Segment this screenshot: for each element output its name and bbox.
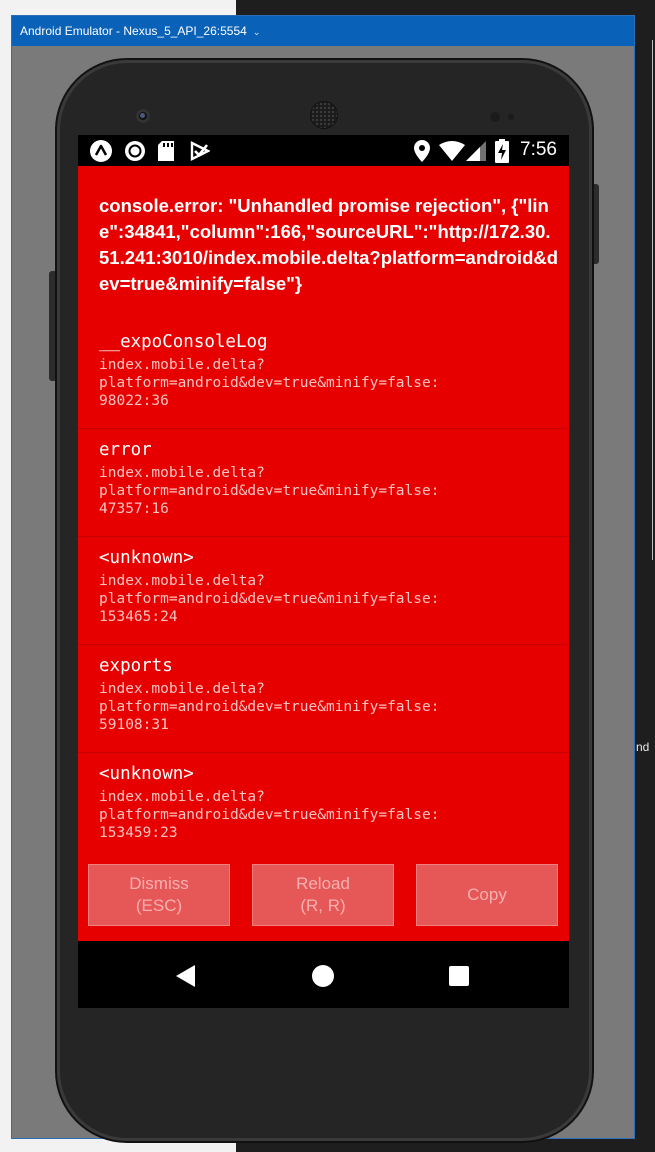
frame-function-name: error <box>99 440 152 460</box>
background-window-text: nd <box>636 740 650 754</box>
stack-frame[interactable]: error index.mobile.delta? platform=andro… <box>78 429 569 537</box>
navigation-bar <box>78 941 569 1008</box>
status-bar: 7:56 <box>78 135 569 166</box>
reload-button[interactable]: Reload (R, R) <box>252 864 394 926</box>
wifi-icon <box>439 141 465 166</box>
download-done-icon <box>190 141 211 166</box>
frame-location: index.mobile.delta? platform=android&dev… <box>99 789 440 841</box>
window-title: Android Emulator - Nexus_5_API_26:5554 <box>20 24 247 38</box>
location-icon <box>414 140 430 167</box>
device-screen: 7:56 console.error: "Unhandled promise r… <box>78 135 569 1008</box>
expo-icon <box>90 140 112 162</box>
record-icon <box>124 140 146 162</box>
error-message: console.error: "Unhandled promise reject… <box>99 195 559 294</box>
stack-trace-list[interactable]: __expoConsoleLog index.mobile.delta? pla… <box>78 321 569 861</box>
phone-frame: 7:56 console.error: "Unhandled promise r… <box>57 60 592 1141</box>
frame-function-name: <unknown> <box>99 764 194 784</box>
frame-location: index.mobile.delta? platform=android&dev… <box>99 681 440 733</box>
volume-button[interactable] <box>49 271 57 381</box>
frame-location: index.mobile.delta? platform=android&dev… <box>99 357 440 409</box>
desktop-divider <box>652 40 653 560</box>
dismiss-button[interactable]: Dismiss (ESC) <box>88 864 230 926</box>
redbox-button-row: Dismiss (ESC) Reload (R, R) Copy <box>78 862 569 930</box>
stack-frame[interactable]: <unknown> index.mobile.delta? platform=a… <box>78 753 569 861</box>
emulator-window: Android Emulator - Nexus_5_API_26:5554 ⌄ <box>11 15 635 1141</box>
sd-card-icon <box>158 141 174 166</box>
light-sensor <box>508 114 514 120</box>
stack-frame[interactable]: <unknown> index.mobile.delta? platform=a… <box>78 537 569 645</box>
battery-charging-icon <box>495 139 509 168</box>
home-icon[interactable] <box>312 965 334 987</box>
recent-apps-icon[interactable] <box>449 966 469 986</box>
frame-function-name: exports <box>99 656 173 676</box>
copy-button[interactable]: Copy <box>416 864 558 926</box>
proximity-sensor <box>490 112 500 122</box>
frame-function-name: <unknown> <box>99 548 194 568</box>
emulator-titlebar[interactable]: Android Emulator - Nexus_5_API_26:5554 ⌄ <box>12 16 634 46</box>
signal-icon <box>466 141 486 166</box>
power-button[interactable] <box>591 184 599 264</box>
frame-location: index.mobile.delta? platform=android&dev… <box>99 573 440 625</box>
frame-location: index.mobile.delta? platform=android&dev… <box>99 465 440 517</box>
title-caret-icon: ⌄ <box>252 27 261 37</box>
front-camera-icon <box>136 109 150 123</box>
status-time: 7:56 <box>520 139 557 160</box>
earpiece-speaker <box>310 101 338 129</box>
back-icon[interactable] <box>176 965 195 987</box>
stack-frame[interactable]: __expoConsoleLog index.mobile.delta? pla… <box>78 321 569 429</box>
frame-function-name: __expoConsoleLog <box>99 332 268 352</box>
stack-frame[interactable]: exports index.mobile.delta? platform=and… <box>78 645 569 753</box>
